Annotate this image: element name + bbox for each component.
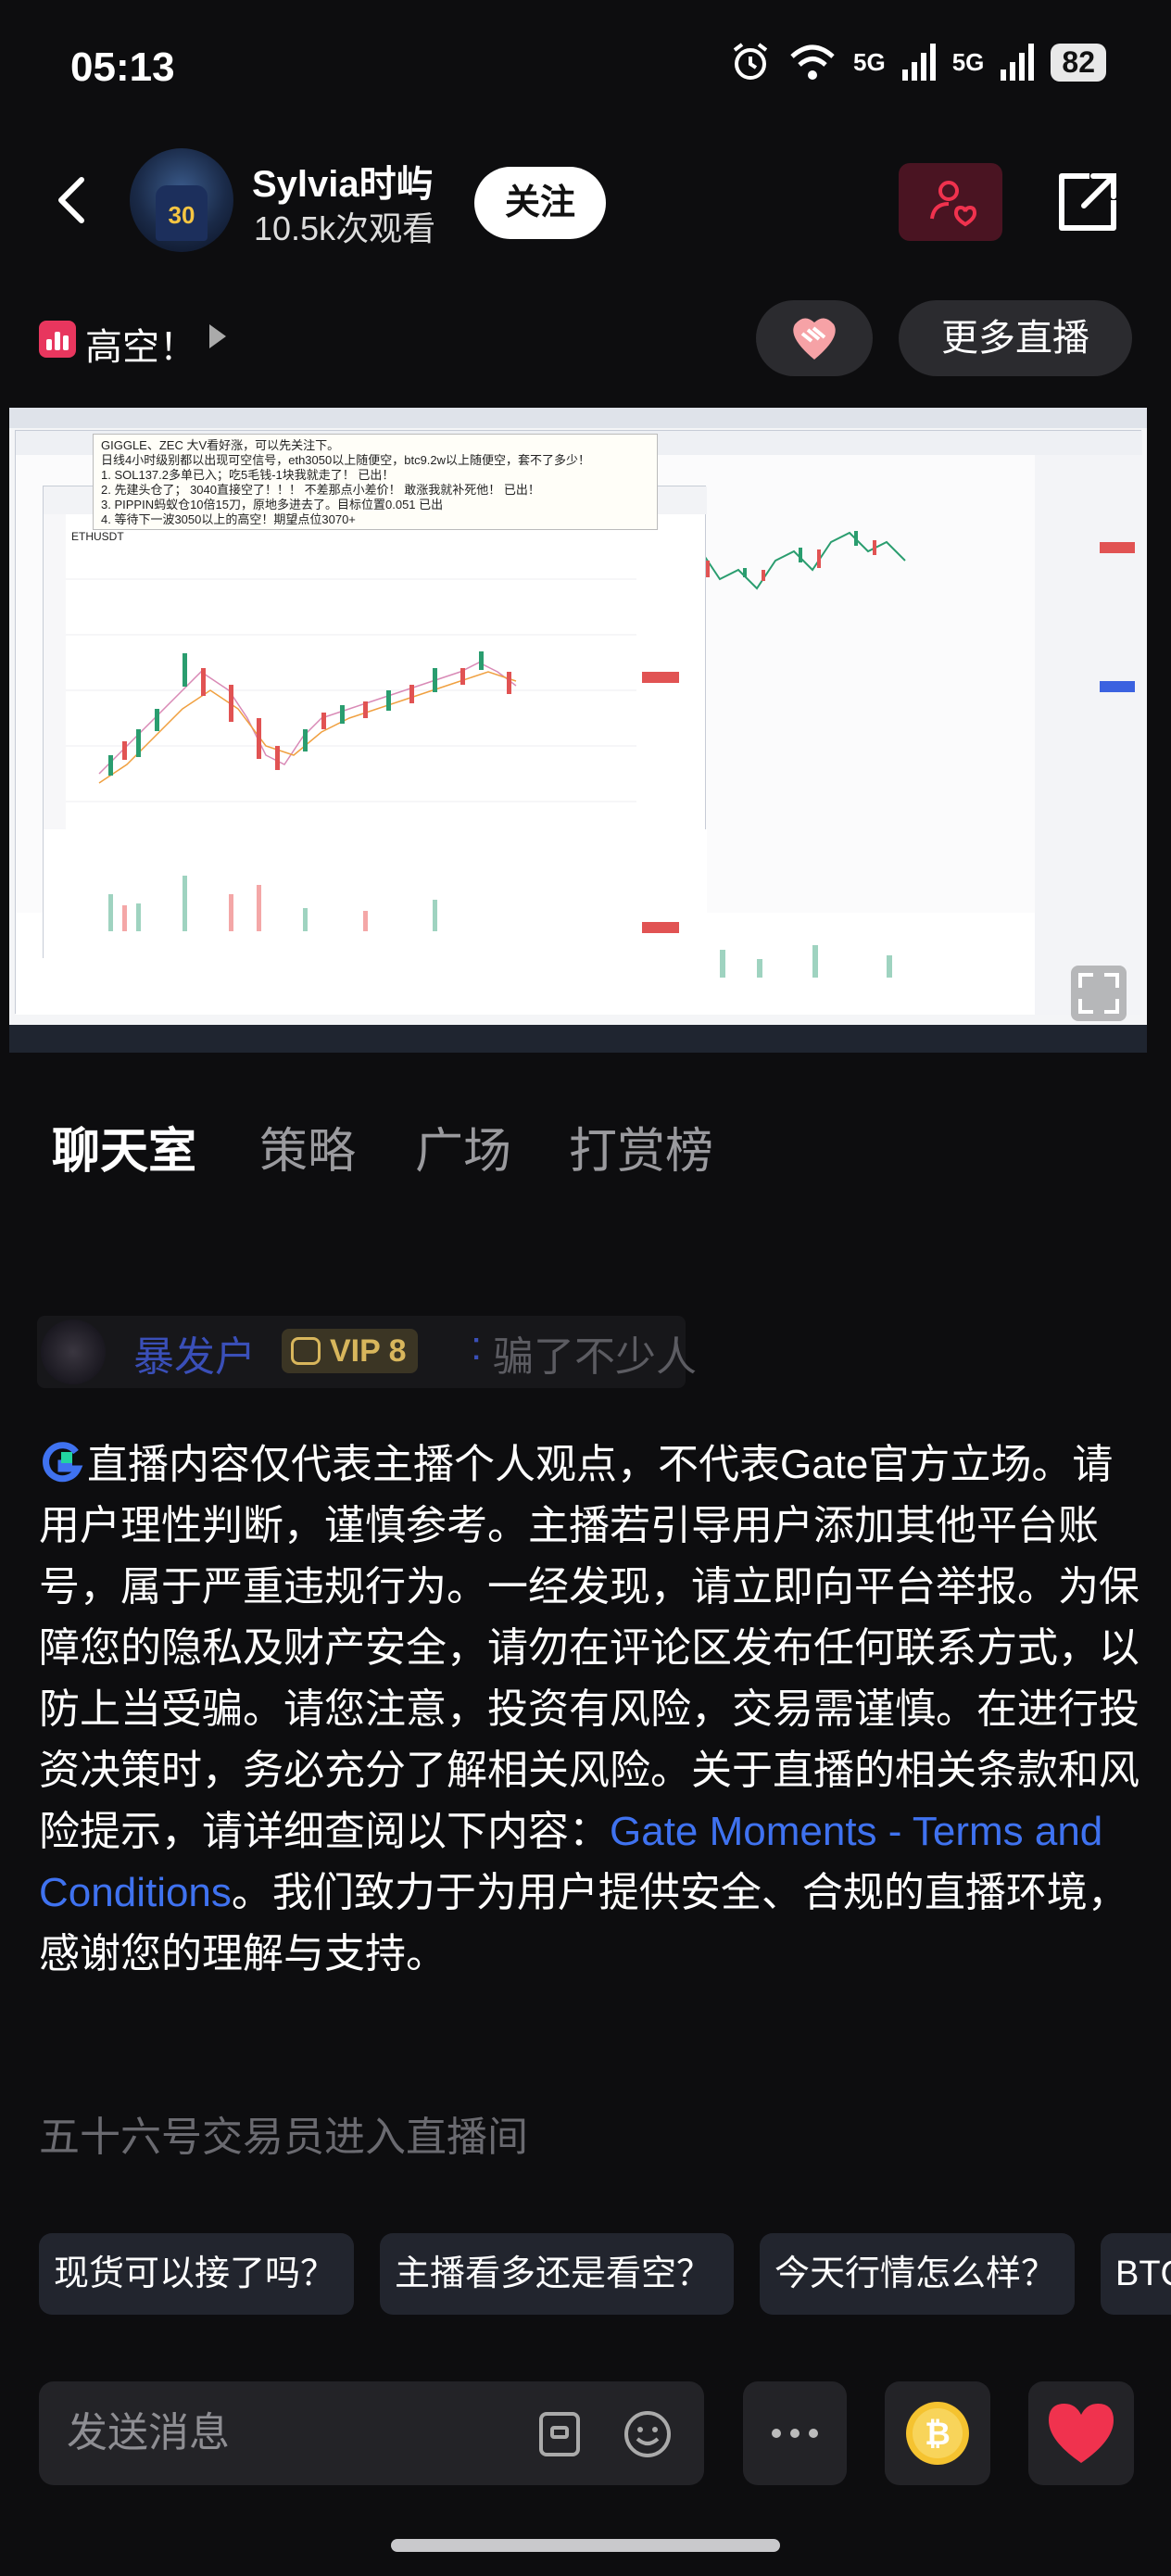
disclaimer-notice: 直播内容仅代表主播个人观点，不代表Gate官方立场。请用户理性判断，谨慎参考。主… [39,1434,1141,1985]
emoji-icon[interactable] [623,2409,673,2459]
vip-badge: VIP 8 [282,1329,418,1373]
like-button[interactable] [1028,2381,1134,2485]
fullscreen-icon[interactable] [1071,966,1127,1021]
view-count: 10.5k次观看 [254,209,436,247]
note-line: 1. SOL137.2多单已入；吃5毛钱-1块我就走了！ 已出！ [101,468,395,482]
video-browser-tabbar [9,408,1147,428]
note-line: 2. 先建头仓了； 3040直接空了！！！ 不差那点小差价！ 敢涨我就补死他！ … [101,483,540,497]
vip-icon [291,1337,321,1365]
chat-user-avatar[interactable] [41,1320,106,1384]
tab-square[interactable]: 广场 [415,1112,511,1181]
battery-level: 82 [1051,43,1106,82]
fan-club-button[interactable] [899,163,1002,241]
message-input[interactable] [67,2381,530,2485]
chart-icon [39,321,76,358]
live-topic[interactable]: 高空！ [85,317,196,371]
person-heart-icon [930,181,977,227]
svg-text:₿: ₿ [925,2416,951,2453]
note-line: 3. PIPPIN蚂蚁仓10倍15刀，原地多进去了。目标位置0.051 已出 [101,498,444,511]
more-live-button[interactable]: 更多直播 [899,300,1132,376]
tip-coin-button[interactable]: ₿ [885,2381,990,2485]
heart-icon [1049,2404,1114,2463]
host-avatar[interactable]: 30 [130,148,233,252]
back-icon[interactable] [46,172,102,228]
alarm-icon [733,43,768,80]
note-line: GIGGLE、ZEC 大V看好涨，可以先关注下。 [101,438,340,452]
quick-reply[interactable]: BTC [1101,2233,1171,2315]
user-entered-message: 五十六号交易员进入直播间 [39,2115,528,2160]
chat-text: 骗了不少人 [493,1334,697,1380]
signal-icon-2 [1001,44,1035,81]
note-line: 日线4小时级别都以出现可空信号，eth3050以上随便空，btc9.2w以上随便… [101,453,591,467]
chat-username[interactable]: 暴发户 [133,1323,256,1383]
live-subbar: 高空！ 更多直播 [0,297,1171,380]
live-video-stream[interactable]: ETHUSDT GIGGLE、ZEC 大V看好涨，可以先关注下。 日线4小时级别… [9,408,1147,1053]
avatar-jersey: 30 [156,185,208,241]
signal-icon [901,44,936,81]
quick-reply[interactable]: 今天行情怎么样？ [760,2233,1075,2315]
note-line: 4. 等待下一波3050以上的高空！期望点位3070+ [101,512,356,526]
live-header: 30 Sylvia时屿 10.5k次观看 关注 [0,139,1171,259]
home-indicator [391,2539,780,2552]
card-icon[interactable] [537,2411,582,2457]
content-tabs: 聊天室 策略 广场 打赏榜 [0,1103,1171,1195]
share-icon[interactable] [1052,167,1123,237]
handshake-button[interactable] [756,300,873,376]
coin-icon: ₿ [906,2402,969,2465]
status-time: 05:13 [70,44,175,90]
chat-message: 暴发户 VIP 8 : 骗了不少人 [37,1316,697,1388]
wifi-icon [790,44,835,80]
disclaimer-text: 直播内容仅代表主播个人观点，不代表Gate官方立场。请用户理性判断，谨慎参考。主… [39,1442,1140,1854]
follow-button[interactable]: 关注 [474,167,606,239]
video-chart-window: ETHUSDT [43,486,707,959]
tab-strategy[interactable]: 策略 [259,1112,356,1181]
quick-reply[interactable]: 主播看多还是看空？ [380,2233,734,2315]
more-options-button[interactable] [743,2381,847,2485]
chat-colon: : [471,1323,483,1369]
tab-chatroom[interactable]: 聊天室 [52,1112,196,1181]
status-icons: 5G 5G 82 [729,41,1106,83]
quick-reply[interactable]: 现货可以接了吗？ [39,2233,354,2315]
tab-tip-ranking[interactable]: 打赏榜 [569,1112,713,1181]
expand-arrows-icon [1078,973,1119,1014]
video-taskbar [9,1025,1147,1053]
host-name[interactable]: Sylvia时屿 [252,154,434,208]
play-arrow-icon[interactable] [209,324,226,348]
message-input-box [39,2381,704,2485]
status-bar: 05:13 5G 5G 82 [0,0,1171,139]
network-label-2: 5G [951,47,985,76]
gate-logo-icon [43,1442,83,1483]
vip-level: VIP 8 [330,1333,407,1369]
network-label-1: 5G [853,47,886,76]
video-candlestick-chart: ETHUSDT [44,486,707,959]
handshake-icon [793,318,836,360]
more-dots-icon [772,2429,818,2438]
video-pinned-note: GIGGLE、ZEC 大V看好涨，可以先关注下。 日线4小时级别都以出现可空信号… [93,434,658,530]
video-symbol: ETHUSDT [71,530,124,543]
